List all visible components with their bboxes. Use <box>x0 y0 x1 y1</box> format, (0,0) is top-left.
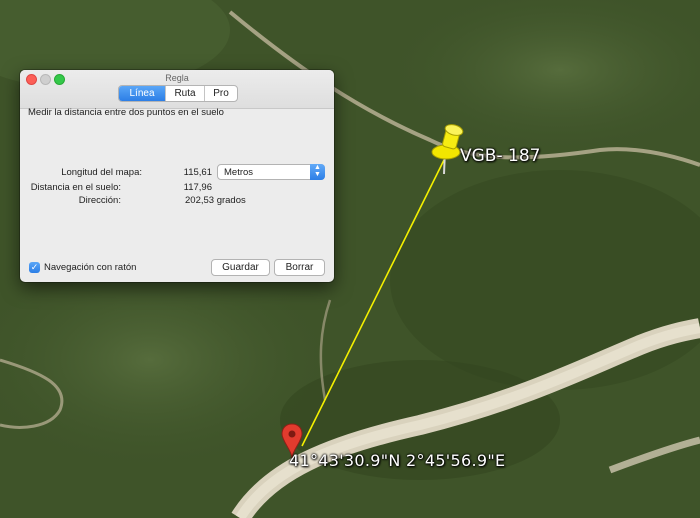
clear-button[interactable]: Borrar <box>274 259 325 276</box>
ground-distance-label: Distancia en el suelo: <box>30 182 121 193</box>
unit-select-value: Metros <box>224 167 254 178</box>
tab-bar: Línea Ruta Pro <box>118 85 238 102</box>
coordinate-label: 41°43'30.9"N 2°45'56.9"E <box>289 451 506 470</box>
ruler-window: Regla Línea Ruta Pro Medir la distancia … <box>20 70 334 282</box>
select-arrows-icon: ▲ ▼ <box>310 164 325 180</box>
mouse-navigation-label: Navegación con ratón <box>44 262 137 273</box>
tab-pro[interactable]: Pro <box>204 86 237 101</box>
tab-linea[interactable]: Línea <box>119 86 165 101</box>
map-length-value: 115,61 <box>183 167 212 178</box>
mouse-navigation-checkbox[interactable]: ✓ <box>29 262 40 273</box>
placemark-label[interactable]: VGB- 187 <box>460 146 540 166</box>
save-button[interactable]: Guardar <box>211 259 270 276</box>
window-titlebar[interactable]: Regla Línea Ruta Pro <box>20 70 334 109</box>
measure-description: Medir la distancia entre dos puntos en e… <box>28 107 224 118</box>
map-length-label: Longitud del mapa: <box>61 167 142 178</box>
window-title: Regla <box>165 73 189 83</box>
ground-distance-value: 117,96 <box>183 182 212 193</box>
tab-ruta[interactable]: Ruta <box>165 86 204 101</box>
unit-select[interactable]: Metros ▲ ▼ <box>217 164 325 180</box>
heading-value: 202,53 grados <box>185 195 246 206</box>
heading-label: Dirección: <box>78 195 121 206</box>
